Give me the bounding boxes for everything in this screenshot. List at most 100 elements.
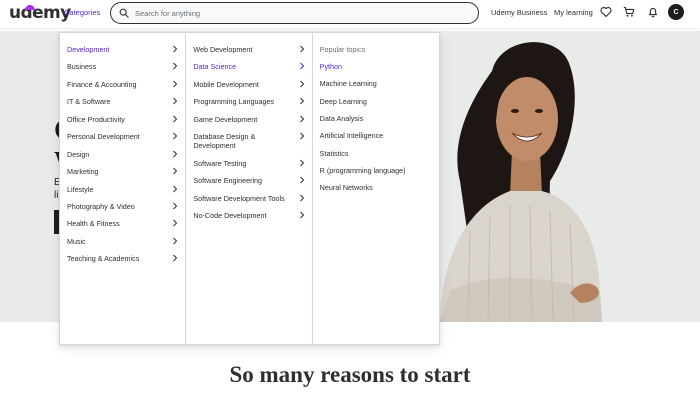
- hero-photo-woman: [440, 42, 602, 322]
- menu-item-label: Office Productivity: [67, 115, 125, 124]
- popular-topics-column: Popular topics Python Machine Learning D…: [313, 33, 439, 344]
- user-avatar[interactable]: C: [668, 4, 684, 20]
- udemy-business-link[interactable]: Udemy Business: [491, 8, 547, 17]
- chevron-right-icon: [173, 150, 178, 158]
- menu-item-label: Database Design & Development: [193, 132, 256, 150]
- menu-item-development[interactable]: Development: [67, 45, 178, 54]
- menu-item-business[interactable]: Business: [67, 62, 178, 71]
- menu-item-marketing[interactable]: Marketing: [67, 167, 178, 176]
- categories-link[interactable]: Categories: [64, 8, 100, 17]
- hero-text-fragment: li: [54, 190, 59, 201]
- menu-item-photography-video[interactable]: Photography & Video: [67, 202, 178, 211]
- chevron-right-icon: [299, 176, 304, 184]
- chevron-right-icon: [299, 194, 304, 202]
- menu-item-label: Development: [67, 45, 110, 54]
- logo-cap-mark: [25, 5, 35, 10]
- categories-mega-menu: Development Business Finance & Accountin…: [59, 32, 440, 345]
- topic-item-neural-networks[interactable]: Neural Networks: [320, 183, 432, 192]
- chevron-right-icon: [173, 202, 178, 210]
- top-navigation-bar: udemy Categories Udemy Business My learn…: [0, 0, 700, 28]
- menu-item-design[interactable]: Design: [67, 150, 178, 159]
- chevron-right-icon: [173, 80, 178, 88]
- topic-item-python[interactable]: Python: [320, 62, 432, 71]
- submenu-item-programming-languages[interactable]: Programming Languages: [193, 97, 304, 106]
- menu-item-teaching-academics[interactable]: Teaching & Academics: [67, 254, 178, 263]
- chevron-right-icon: [173, 167, 178, 175]
- menu-item-lifestyle[interactable]: Lifestyle: [67, 185, 178, 194]
- submenu-item-game-development[interactable]: Game Development: [193, 115, 304, 124]
- menu-item-label: Teaching & Academics: [67, 254, 140, 263]
- submenu-item-web-development[interactable]: Web Development: [193, 45, 304, 54]
- subcategory-column: Web Development Data Science Mobile Deve…: [186, 33, 313, 344]
- topic-label: Artificial Intelligence: [319, 131, 384, 140]
- menu-item-health-fitness[interactable]: Health & Fitness: [67, 219, 178, 228]
- menu-item-label: Software Development Tools: [193, 194, 285, 203]
- submenu-item-data-science[interactable]: Data Science: [193, 62, 304, 71]
- chevron-right-icon: [173, 45, 178, 53]
- chevron-right-icon: [299, 62, 304, 70]
- menu-item-label: IT & Software: [67, 97, 111, 106]
- search-icon[interactable]: [119, 8, 129, 18]
- chevron-right-icon: [299, 80, 304, 88]
- bell-icon[interactable]: [647, 6, 659, 18]
- topic-item-artificial-intelligence[interactable]: Artificial Intelligence: [320, 131, 432, 140]
- menu-item-label: Photography & Video: [67, 202, 135, 211]
- section-heading: So many reasons to start: [229, 362, 471, 387]
- menu-item-label: Game Development: [193, 115, 258, 124]
- menu-item-it-software[interactable]: IT & Software: [67, 97, 178, 106]
- menu-item-label: Programming Languages: [193, 97, 275, 106]
- my-learning-link[interactable]: My learning: [554, 8, 593, 17]
- submenu-item-software-dev-tools[interactable]: Software Development Tools: [193, 194, 304, 203]
- menu-item-label: Web Development: [193, 45, 253, 54]
- chevron-right-icon: [173, 254, 178, 262]
- menu-item-label: Finance & Accounting: [67, 80, 137, 89]
- topic-label: Deep Learning: [319, 97, 367, 106]
- menu-item-label: Health & Fitness: [67, 219, 120, 228]
- submenu-item-no-code-development[interactable]: No-Code Development: [193, 211, 304, 220]
- topic-item-statistics[interactable]: Statistics: [320, 149, 432, 158]
- topic-item-r-language[interactable]: R (programming language): [320, 166, 432, 175]
- submenu-item-software-testing[interactable]: Software Testing: [193, 159, 304, 168]
- menu-item-label: Marketing: [67, 167, 99, 176]
- submenu-item-software-engineering[interactable]: Software Engineering: [193, 176, 304, 185]
- menu-item-label: Lifestyle: [67, 185, 94, 194]
- category-column: Development Business Finance & Accountin…: [60, 33, 187, 344]
- topic-label: Data Analysis: [319, 114, 364, 123]
- chevron-right-icon: [173, 237, 178, 245]
- search-bar[interactable]: [110, 2, 479, 24]
- submenu-item-database-design[interactable]: Database Design & Development: [193, 132, 304, 150]
- cart-icon[interactable]: [623, 6, 635, 18]
- menu-item-label: Mobile Development: [193, 80, 259, 89]
- menu-item-label: Design: [67, 150, 90, 159]
- chevron-right-icon: [299, 115, 304, 123]
- submenu-item-mobile-development[interactable]: Mobile Development: [193, 80, 304, 89]
- menu-item-personal-development[interactable]: Personal Development: [67, 132, 178, 141]
- chevron-right-icon: [173, 185, 178, 193]
- topic-item-deep-learning[interactable]: Deep Learning: [320, 97, 432, 106]
- chevron-right-icon: [299, 211, 304, 219]
- topic-item-data-analysis[interactable]: Data Analysis: [320, 114, 432, 123]
- menu-item-office-productivity[interactable]: Office Productivity: [67, 115, 178, 124]
- udemy-home-page: udemy Categories Udemy Business My learn…: [0, 0, 700, 401]
- chevron-right-icon: [299, 132, 304, 140]
- topic-label: Machine Learning: [319, 79, 377, 88]
- chevron-right-icon: [173, 115, 178, 123]
- chevron-right-icon: [173, 219, 178, 227]
- popular-topics-title: Popular topics: [319, 45, 366, 54]
- menu-item-label: Software Engineering: [193, 176, 263, 185]
- udemy-logo[interactable]: udemy: [9, 3, 71, 23]
- search-input[interactable]: [135, 6, 465, 21]
- menu-item-label: No-Code Development: [193, 211, 267, 220]
- chevron-right-icon: [299, 97, 304, 105]
- topic-item-machine-learning[interactable]: Machine Learning: [320, 79, 432, 88]
- menu-item-finance[interactable]: Finance & Accounting: [67, 80, 178, 89]
- chevron-right-icon: [173, 132, 178, 140]
- heart-icon[interactable]: [600, 6, 612, 18]
- menu-item-label: Personal Development: [67, 132, 140, 141]
- topic-label: Python: [319, 62, 343, 71]
- menu-item-music[interactable]: Music: [67, 237, 178, 246]
- menu-item-label: Software Testing: [193, 159, 247, 168]
- chevron-right-icon: [299, 45, 304, 53]
- menu-item-label: Business: [67, 62, 97, 71]
- topic-label: Statistics: [319, 149, 349, 158]
